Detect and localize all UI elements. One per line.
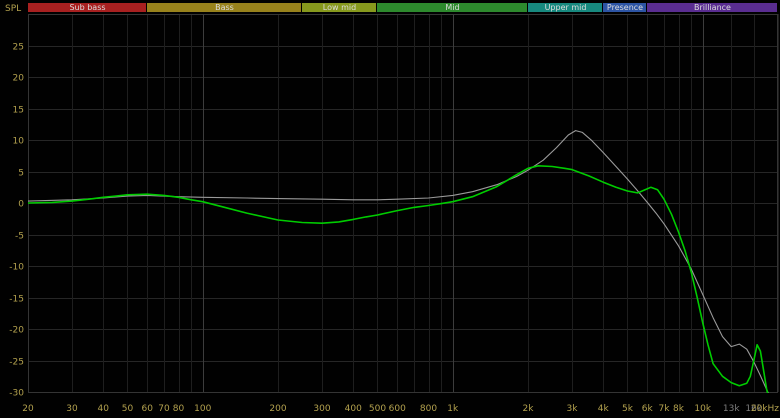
x-tick-label: 6k [642,404,654,414]
y-tick-label: -5 [15,232,24,242]
x-tick-label: 300 [313,404,330,414]
y-tick-label: -10 [9,263,24,273]
band-label: Upper mid [545,3,587,12]
band-label: Low mid [323,3,356,12]
y-tick-label: 15 [13,106,24,116]
x-tick-label: 600 [389,404,406,414]
x-tick-label: 8k [673,404,685,414]
x-tick-label: 4k [598,404,610,414]
x-tick-label: 7k [659,404,671,414]
band-label: Presence [607,3,643,12]
chart-background [0,0,780,418]
x-tick-label: 20kHz [751,404,779,414]
band-label: Bass [215,3,234,12]
x-tick-label: 80 [173,404,185,414]
x-tick-label: 100 [194,404,211,414]
x-tick-label: 5k [622,404,634,414]
y-tick-label: -15 [9,295,24,305]
frequency-band-strip: Sub bass Bass Low mid Mid Upper mid Presence B… [28,3,777,12]
x-tick-label: 1k [447,404,459,414]
x-tick-label: 30 [66,404,78,414]
x-tick-label: 70 [158,404,170,414]
y-tick-label: -30 [9,389,24,399]
y-tick-label: 0 [18,200,24,210]
x-tick-label: 500 [369,404,386,414]
x-tick-label: 60 [142,404,154,414]
x-tick-label: 10k [694,404,711,414]
x-tick-label: 3k [567,404,579,414]
x-tick-label: 2k [523,404,535,414]
x-tick-label: 40 [98,404,110,414]
x-tick-label: 800 [420,404,437,414]
band-label: Sub bass [69,3,105,12]
y-tick-label: 5 [18,169,24,179]
spl-axis-label: SPL [5,4,21,14]
frequency-response-panel: Sub bass Bass Low mid Mid Upper mid Presence B… [0,0,780,418]
band-label: Mid [445,3,459,12]
x-tick-label: 50 [122,404,134,414]
y-tick-label: 25 [13,43,24,53]
band-label: Brilliance [694,3,731,12]
frequency-response-chart: Sub bass Bass Low mid Mid Upper mid Presence B… [0,0,780,418]
x-tick-label: 200 [269,404,286,414]
x-tick-label: 20 [22,404,34,414]
y-tick-label: 20 [13,74,25,84]
y-tick-label: -25 [9,358,24,368]
y-tick-label: 10 [13,137,25,147]
x-tick-label: 400 [345,404,362,414]
x-tick-label: 13k [723,404,740,414]
y-tick-label: -20 [9,326,24,336]
